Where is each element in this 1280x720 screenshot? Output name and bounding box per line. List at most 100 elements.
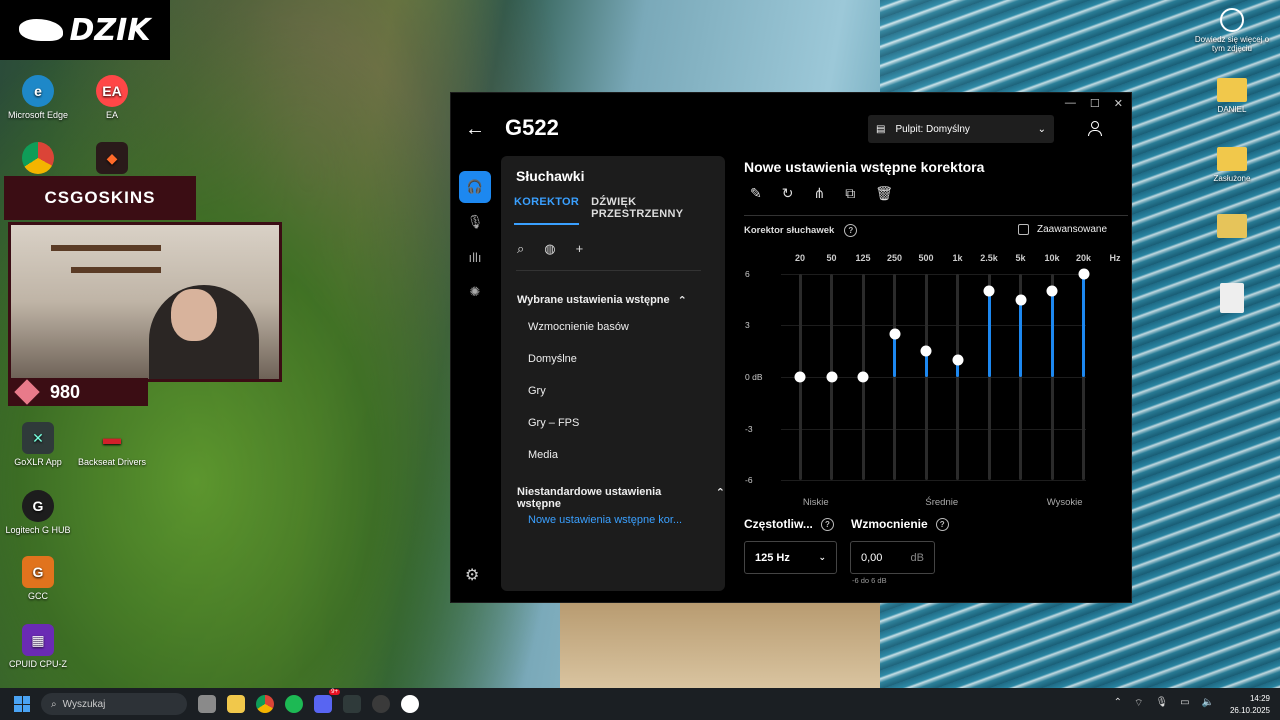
- eq-band-fill: [1082, 273, 1085, 377]
- reset-icon[interactable]: ↻: [782, 185, 794, 202]
- document-icon: [1220, 283, 1244, 313]
- logitech-g-icon[interactable]: [401, 695, 419, 713]
- chevron-down-icon: ⌄: [1037, 123, 1046, 135]
- task-view-icon[interactable]: [198, 695, 216, 713]
- desktop-icon-backseat[interactable]: ▬ Backseat Drivers: [74, 422, 150, 468]
- preset-item[interactable]: Gry – FPS: [528, 417, 579, 429]
- tab-surround-sound[interactable]: DŹWIĘK PRZESTRZENNY: [591, 196, 725, 225]
- chrome-icon[interactable]: [256, 695, 274, 713]
- eq-band-knob[interactable]: [1078, 268, 1089, 280]
- goxlr-icon[interactable]: [343, 695, 361, 713]
- desktop-icon-ea[interactable]: EA EA: [74, 75, 150, 120]
- eq-band-frequency: 20: [794, 253, 806, 263]
- help-icon[interactable]: ?: [935, 517, 949, 531]
- eq-band-track[interactable]: [924, 274, 928, 480]
- gear-icon[interactable]: ⚙: [465, 565, 479, 585]
- microphone-icon[interactable]: 🎙: [459, 206, 491, 238]
- eq-band-knob[interactable]: [857, 371, 869, 383]
- desktop-icon-spotlight[interactable]: Dowiedz się więcej o tym zdjęciu: [1192, 8, 1272, 53]
- preset-tools: ⌕ ◍ +: [517, 241, 583, 257]
- preset-item[interactable]: Media: [528, 449, 558, 461]
- discord-icon[interactable]: 9+: [314, 689, 340, 713]
- back-arrow-icon[interactable]: ←: [465, 118, 485, 141]
- eq-band-knob[interactable]: [794, 371, 806, 383]
- eq-band-knob[interactable]: [983, 285, 995, 297]
- folder-icon: [1217, 214, 1247, 238]
- obs-icon[interactable]: [372, 695, 390, 713]
- audio-waveform-icon[interactable]: ıllı: [459, 241, 491, 273]
- minimize-button[interactable]: —: [1065, 97, 1076, 110]
- eq-band-track[interactable]: [956, 274, 959, 480]
- desktop-icon-edge[interactable]: e Microsoft Edge: [0, 75, 76, 120]
- desktop-icon-folder[interactable]: Zasłużone: [1192, 147, 1272, 183]
- add-icon[interactable]: +: [576, 241, 584, 257]
- frequency-select[interactable]: 125 Hz ⌄: [744, 541, 837, 574]
- search-icon: ⌕: [51, 698, 57, 710]
- network-icon[interactable]: ⌔: [1134, 697, 1143, 710]
- help-icon[interactable]: ?: [820, 517, 834, 531]
- advanced-checkbox[interactable]: Zaawansowane: [1018, 224, 1107, 235]
- featured-presets-header[interactable]: Wybrane ustawienia wstępne ⌃: [517, 294, 687, 307]
- desktop-icon-gcc[interactable]: G GCC: [0, 556, 76, 601]
- desktop-icon-ghub[interactable]: G Logitech G HUB: [0, 490, 76, 535]
- spotify-icon[interactable]: [285, 695, 303, 713]
- help-icon[interactable]: ?: [844, 224, 858, 237]
- assign-preset-icon[interactable]: ◍: [544, 241, 555, 257]
- edit-pencil-icon[interactable]: ✎: [750, 185, 762, 202]
- preset-item[interactable]: Domyślne: [528, 353, 577, 365]
- desktop-icon-label: Microsoft Edge: [7, 110, 69, 120]
- system-clock[interactable]: 14:29 26.10.2025: [1230, 693, 1270, 717]
- eq-band-frequency: 10k: [1044, 253, 1060, 263]
- eq-band-knob[interactable]: [920, 345, 932, 357]
- eq-band-frequency: 2.5k: [980, 253, 998, 263]
- clock-time: 14:29: [1249, 694, 1270, 703]
- eq-band-frequency: 125: [855, 253, 871, 263]
- eq-band-knob[interactable]: [889, 328, 900, 340]
- gain-input[interactable]: 0,00 dB: [850, 541, 935, 574]
- tab-equalizer[interactable]: KOREKTOR: [514, 196, 580, 225]
- custom-presets-header[interactable]: Niestandardowe ustawienia wstępne ⌃: [517, 486, 725, 510]
- desktop-icon-chrome[interactable]: [0, 142, 76, 177]
- chevron-down-icon: ⌄: [818, 552, 826, 562]
- desktop-icon-daniel[interactable]: DANIEL: [1192, 78, 1272, 114]
- preset-item[interactable]: Gry: [528, 385, 546, 397]
- desktop-icon-cpuz[interactable]: ▦ CPUID CPU-Z: [0, 624, 76, 669]
- display-icon[interactable]: ▭: [1180, 697, 1189, 710]
- eq-band-knob[interactable]: [1015, 294, 1026, 306]
- frequency-label-text: Częstotliw...: [744, 517, 813, 531]
- profile-selector[interactable]: ▤ Pulpit: Domyślny ⌄: [868, 115, 1054, 143]
- file-explorer-icon[interactable]: [227, 695, 245, 713]
- eq-band-track[interactable]: [893, 274, 896, 480]
- eq-grid-line: [781, 325, 1086, 327]
- boar-logo-icon: [19, 19, 64, 41]
- share-icon[interactable]: ⋔: [813, 185, 825, 202]
- preset-item-selected[interactable]: Nowe ustawienia wstępne kor...: [528, 514, 682, 526]
- maximize-button[interactable]: ☐: [1090, 97, 1100, 110]
- profile-label: Pulpit: Domyślny: [895, 123, 970, 135]
- eq-db-label: 6: [745, 268, 750, 279]
- section-label: Wybrane ustawienia wstępne: [517, 294, 670, 306]
- user-account-icon[interactable]: [1087, 121, 1103, 137]
- duplicate-icon[interactable]: ⧉: [845, 185, 855, 202]
- trash-icon[interactable]: 🗑: [875, 185, 893, 202]
- desktop-icon-document[interactable]: [1192, 283, 1272, 316]
- volume-icon[interactable]: 🔈: [1202, 697, 1214, 710]
- desktop-icon-folder-2[interactable]: [1192, 214, 1272, 241]
- microphone-icon[interactable]: 🎙: [1155, 697, 1168, 710]
- chevron-up-icon[interactable]: ⌃: [1114, 697, 1122, 710]
- search-icon[interactable]: ⌕: [517, 241, 524, 257]
- close-button[interactable]: ✕: [1114, 97, 1123, 110]
- eq-band-knob[interactable]: [826, 371, 837, 383]
- taskbar-search[interactable]: ⌕ Wyszukaj: [41, 693, 187, 715]
- desktop-icon-game[interactable]: ◆: [74, 142, 150, 177]
- windows-start-icon[interactable]: [14, 696, 30, 712]
- eq-band-knob[interactable]: [952, 354, 963, 366]
- lighting-icon[interactable]: ✺: [459, 276, 491, 308]
- desktop-icon-goxlr[interactable]: ✕ GoXLR App: [0, 422, 76, 467]
- sponsor-banner: CSGOSKINS: [4, 176, 196, 220]
- eq-band-knob[interactable]: [1046, 285, 1058, 297]
- search-placeholder: Wyszukaj: [62, 698, 106, 710]
- headphones-icon[interactable]: 🎧: [459, 171, 491, 203]
- taskbar: ⌕ Wyszukaj 9+ ⌃ ⌔ 🎙 ▭ 🔈 14:29 26.10.2025: [0, 688, 1280, 720]
- preset-item[interactable]: Wzmocnienie basów: [528, 321, 629, 333]
